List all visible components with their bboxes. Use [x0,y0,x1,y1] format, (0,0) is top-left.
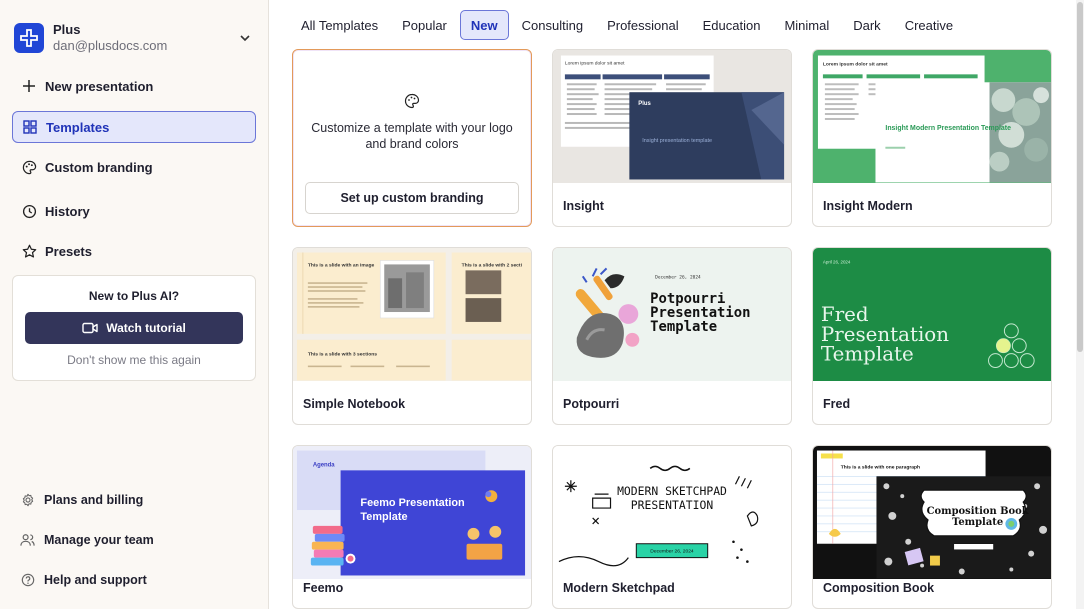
scrollbar-thumb[interactable] [1077,2,1083,352]
template-name: Insight [563,199,604,213]
tab-popular[interactable]: Popular [391,10,458,40]
thumb-text: Potpourri Presentation Template [650,292,751,335]
palette-icon [404,93,420,109]
template-thumbnail: Lorem ipsum dolor sit amet Insight Moder… [813,50,1051,183]
template-name: Composition Book [823,581,935,595]
thumb-text: December 26, 2024 [650,549,694,555]
palette-icon [21,159,37,175]
custom-branding-card: Customize a template with your logo and … [292,49,532,227]
bottom-item-label: Plans and billing [44,493,144,507]
bottom-item-label: Help and support [44,573,147,587]
template-thumbnail: April 26, 2024 Fred Presentation Templat… [813,248,1051,381]
history-icon [21,203,37,219]
category-tabs: All Templates Popular New Consulting Pro… [290,10,966,40]
grid-icon [22,119,38,135]
tab-dark[interactable]: Dark [842,10,891,40]
thumb-text: This is a slide with one paragraph [841,464,920,470]
template-card-modern-sketchpad[interactable]: MODERN SKETCHPAD PRESENTATION December 2… [552,445,792,609]
scrollbar-track[interactable] [1076,0,1084,609]
setup-custom-branding-button[interactable]: Set up custom branding [305,182,519,214]
thumb-text: April 26, 2024 [823,259,851,264]
thumb-text: December 26, 2024 [655,274,701,280]
bottom-item-label: Manage your team [44,533,154,547]
sidebar-item-custom-branding[interactable]: Custom branding [12,151,256,183]
plus-icon [21,78,37,94]
sidebar-item-presets[interactable]: Presets [12,235,256,267]
thumb-text: Lorem ipsum dolor sit amet [565,60,625,66]
template-name: Potpourri [563,397,620,411]
sidebar-item-label: Presets [45,243,92,259]
chevron-down-icon[interactable] [238,31,252,45]
template-name: Fred [823,397,851,411]
template-card-potpourri[interactable]: December 26, 2024 Potpourri Presentation… [552,247,792,425]
plus-logo [14,23,44,53]
thumb-text: Feemo Presentation Template [360,497,465,523]
thumb-text: Agenda [313,462,335,468]
thumb-text: This is a slide with 2 secti [462,262,523,268]
template-thumbnail: Agenda Feemo Presentation Template [293,446,531,579]
sidebar-item-new-presentation[interactable]: New presentation [12,70,256,102]
account-info: Plus dan@plusdocs.com [53,22,167,54]
sidebar-item-label: Templates [46,119,110,135]
users-icon [20,533,35,548]
thumb-text: Insight Modern Presentation Template [885,125,1011,132]
template-thumbnail: December 26, 2024 Potpourri Presentation… [553,248,791,381]
tab-all-templates[interactable]: All Templates [290,10,389,40]
tab-new[interactable]: New [459,10,509,40]
template-name: Modern Sketchpad [563,581,675,595]
template-name: Insight Modern [823,199,913,213]
template-card-insight[interactable]: Lorem ipsum dolor sit amet Plus Insight … [552,49,792,227]
thumb-text: MODERN SKETCHPAD PRESENTATION [617,484,727,513]
tab-creative[interactable]: Creative [894,10,964,40]
account-switcher[interactable]: Plus dan@plusdocs.com [14,22,256,54]
tab-professional[interactable]: Professional [596,10,690,40]
thumb-text: Fred Presentation Template [820,304,950,366]
template-name: Feemo [303,581,344,595]
promo-title: New to Plus AI? [88,289,180,303]
template-name: Simple Notebook [303,397,406,411]
sidebar-item-label: Custom branding [45,159,153,175]
template-thumbnail: This is a slide with an image This is a … [293,248,531,381]
watch-tutorial-label: Watch tutorial [106,321,186,335]
dismiss-promo-link[interactable]: Don't show me this again [13,353,255,367]
thumb-text: This is a slide with 3 sections [308,352,377,358]
thumb-text: Lorem ipsum dolor sit amet [823,61,888,67]
thumb-text: Insight presentation template [642,138,712,144]
help-icon [20,573,35,588]
sidebar-item-label: New presentation [45,78,154,94]
template-card-simple-notebook[interactable]: This is a slide with an image This is a … [292,247,532,425]
branding-description: Customize a template with your logo and … [311,121,513,151]
sidebar: Plus dan@plusdocs.com New presentation T… [0,0,269,609]
template-card-feemo[interactable]: Agenda Feemo Presentation Template Feemo [292,445,532,609]
sidebar-item-history[interactable]: History [12,195,256,227]
template-thumbnail: This is a slide with one paragraph Compo… [813,446,1051,579]
tab-consulting[interactable]: Consulting [511,10,594,40]
template-thumbnail: Lorem ipsum dolor sit amet Plus Insight … [553,50,791,183]
sidebar-item-templates[interactable]: Templates [12,111,256,143]
template-card-insight-modern[interactable]: Lorem ipsum dolor sit amet Insight Moder… [812,49,1052,227]
gear-icon [20,493,35,508]
account-email: dan@plusdocs.com [53,38,168,53]
sidebar-item-label: History [45,203,90,219]
tab-education[interactable]: Education [692,10,772,40]
sidebar-item-manage-team[interactable]: Manage your team [20,530,154,550]
template-thumbnail: MODERN SKETCHPAD PRESENTATION December 2… [553,446,791,579]
video-icon [82,322,98,334]
thumb-text: Plus [638,101,651,107]
watch-tutorial-button[interactable]: Watch tutorial [25,312,243,344]
star-icon [21,243,37,259]
tab-minimal[interactable]: Minimal [773,10,840,40]
account-name: Plus [53,22,81,37]
tutorial-promo: New to Plus AI? Watch tutorial Don't sho… [12,275,256,381]
sidebar-item-help-support[interactable]: Help and support [20,570,147,590]
thumb-text: This is a slide with an image [308,262,375,268]
sidebar-item-plans-billing[interactable]: Plans and billing [20,490,143,510]
template-card-fred[interactable]: April 26, 2024 Fred Presentation Templat… [812,247,1052,425]
template-card-composition-book[interactable]: This is a slide with one paragraph Compo… [812,445,1052,609]
